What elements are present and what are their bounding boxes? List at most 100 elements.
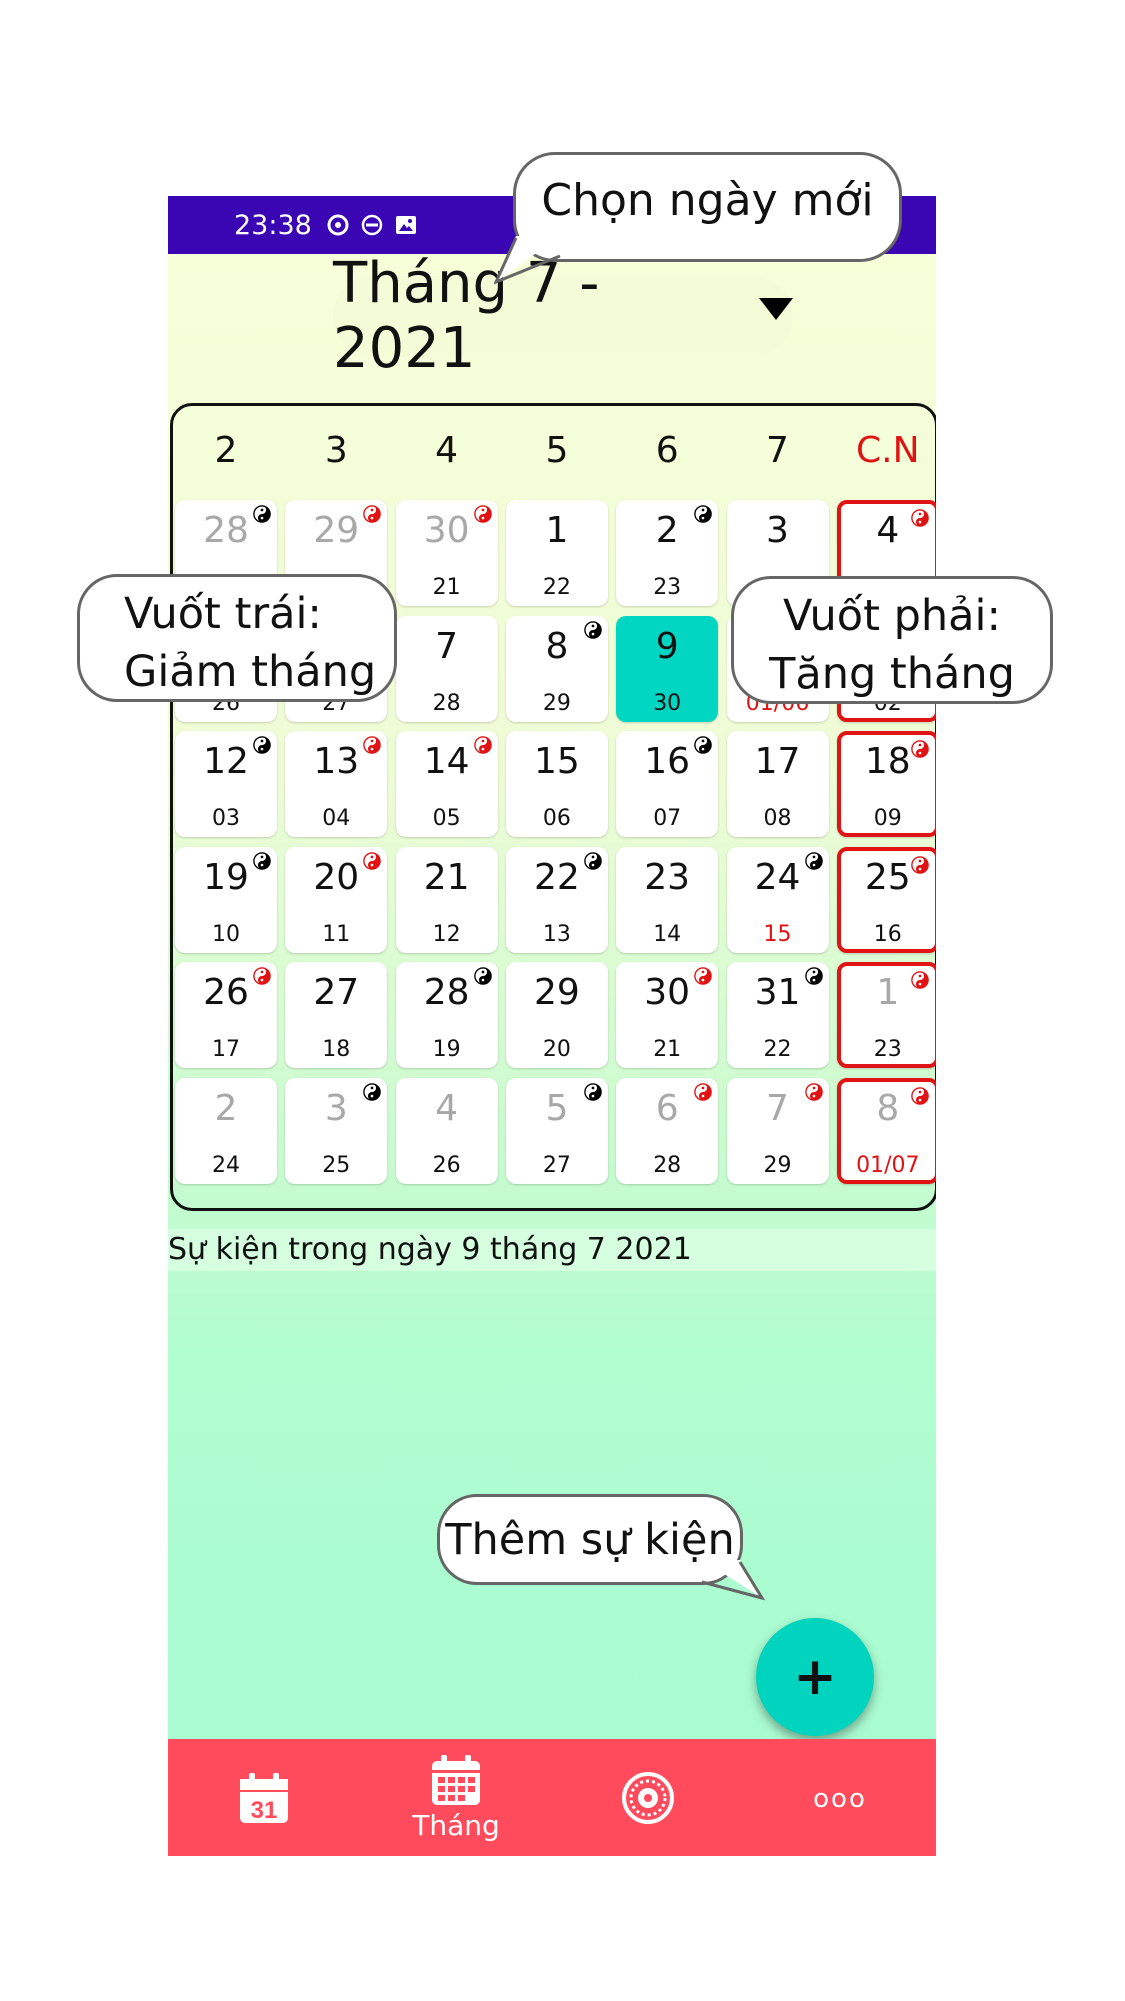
solar-day: 21 [423, 856, 470, 898]
day-cell[interactable]: 16 07 [616, 731, 719, 837]
lunar-day: 29 [542, 690, 571, 716]
callout-add-event: Thêm sự kiện [437, 1494, 743, 1585]
solar-day: 15 [533, 741, 580, 782]
day-cell[interactable]: 12 03 [175, 731, 277, 837]
day-cell[interactable]: 29 20 [505, 962, 608, 1068]
day-cell[interactable]: 24 15 [726, 846, 829, 953]
yin-yang-icon [584, 851, 602, 870]
calendar-day-icon: 31 [240, 1772, 288, 1824]
lunar-day: 11 [322, 921, 351, 947]
day-cell[interactable]: 3 25 [285, 1077, 388, 1184]
lunar-day: 22 [763, 1037, 792, 1062]
image-icon [395, 216, 416, 234]
solar-day: 9 [655, 625, 679, 667]
day-cell[interactable]: 1 22 [505, 500, 608, 606]
weekday-header: 6 [655, 430, 679, 471]
add-event-button[interactable]: + [756, 1618, 874, 1736]
day-cell[interactable]: 6 28 [616, 1077, 719, 1184]
day-cell[interactable]: 19 10 [175, 846, 277, 953]
yin-yang-icon [363, 505, 382, 523]
day-cell[interactable]: 30 21 [395, 500, 498, 606]
day-cell-selected[interactable]: 9 30 [616, 615, 719, 722]
yin-yang-icon [911, 971, 929, 989]
lunar-day: 17 [212, 1037, 240, 1062]
day-cell[interactable]: 18 09 [836, 731, 936, 837]
day-cell[interactable]: 14 05 [395, 731, 498, 837]
yin-yang-icon [473, 736, 492, 754]
weekday-header: 4 [435, 430, 459, 471]
day-cell[interactable]: 1 23 [836, 962, 936, 1068]
day-cell[interactable]: 8 01/07 [836, 1077, 936, 1184]
nav-month[interactable]: Tháng [360, 1739, 552, 1856]
lunar-day: 12 [432, 921, 461, 947]
callout-select-date-text: Chọn ngày mới [541, 175, 874, 226]
solar-day: 3 [766, 510, 789, 551]
callout-swipe-left-line2: Giảm tháng [124, 647, 377, 697]
lunar-day: 28 [653, 1152, 682, 1178]
calendar-grid[interactable]: 234567C.N2829302112222334262772882993001… [170, 403, 936, 1211]
day-cell[interactable]: 26 17 [175, 962, 277, 1068]
yin-yang-icon [911, 855, 929, 874]
yin-yang-icon [911, 1086, 929, 1105]
month-selector[interactable]: Tháng 7 - 2021 [333, 251, 793, 381]
yin-yang-icon [911, 509, 929, 527]
day-cell[interactable]: 5 27 [505, 1077, 608, 1184]
day-cell[interactable]: 22 13 [505, 846, 608, 953]
solar-day: 2 [214, 1087, 238, 1129]
day-cell[interactable]: 31 22 [726, 962, 829, 1068]
day-cell[interactable]: 20 11 [285, 846, 388, 953]
weekday-header: 3 [324, 430, 348, 471]
day-cell[interactable]: 27 18 [285, 962, 388, 1068]
lunar-day: 20 [542, 1037, 571, 1062]
day-cell[interactable]: 2 24 [175, 1077, 277, 1184]
nav-day[interactable]: 31 [168, 1739, 360, 1856]
yin-yang-icon [363, 736, 382, 754]
callout-swipe-left: Vuốt trái: Giảm tháng [77, 574, 397, 702]
day-cell[interactable]: 8 29 [505, 615, 608, 722]
day-cell[interactable]: 7 28 [395, 615, 498, 722]
calendar-day-number: 31 [251, 1797, 278, 1824]
lunar-day: 03 [212, 806, 240, 831]
yin-yang-icon [253, 851, 271, 870]
lunar-day: 06 [542, 806, 571, 831]
lunar-day: 25 [322, 1152, 351, 1178]
weekday-header: 2 [214, 430, 238, 471]
day-cell[interactable]: 15 06 [505, 731, 608, 837]
calendar-month-icon [432, 1755, 480, 1805]
status-time: 23:38 [234, 209, 312, 241]
more-icon: ooo [813, 1783, 867, 1814]
day-cell[interactable]: 17 08 [726, 731, 829, 837]
nav-month-label: Tháng [412, 1809, 500, 1842]
day-cell[interactable]: 28 19 [395, 962, 498, 1068]
yin-yang-icon [694, 967, 712, 985]
lunar-day: 18 [322, 1037, 351, 1062]
lunar-day: 04 [322, 806, 351, 831]
yin-yang-icon [584, 1082, 602, 1101]
lunar-day: 23 [873, 1037, 902, 1062]
nav-compass[interactable] [552, 1739, 744, 1856]
yin-yang-icon [253, 967, 271, 985]
bottom-navigation: 31 Tháng ooo [168, 1739, 936, 1856]
day-cell[interactable]: 2 23 [616, 500, 719, 606]
yin-yang-icon [473, 967, 492, 985]
day-cell[interactable]: 23 14 [616, 846, 719, 953]
lunar-day: 30 [653, 690, 682, 716]
day-cell[interactable]: 30 21 [616, 962, 719, 1068]
lunar-day: 23 [653, 575, 682, 600]
day-cell[interactable]: 4 26 [395, 1077, 498, 1184]
day-cell[interactable]: 21 12 [395, 846, 498, 953]
lunar-day: 15 [763, 921, 792, 947]
day-cell[interactable]: 25 16 [836, 846, 936, 953]
phone-screen: 23:38 Tháng 7 - 2021 2 3 4 5 6 7 C.N 28 29 30 21 1 2… [168, 196, 936, 1856]
callout-select-date: Chọn ngày mới [513, 152, 902, 262]
yin-yang-icon [473, 505, 492, 523]
day-cell[interactable]: 7 29 [726, 1077, 829, 1184]
yin-yang-icon [804, 967, 823, 985]
nav-more[interactable]: ooo [744, 1739, 936, 1856]
sync-icon [327, 214, 349, 236]
lunar-day: 22 [542, 575, 571, 600]
yin-yang-icon [804, 851, 823, 870]
yin-yang-icon [253, 736, 271, 754]
day-cell[interactable]: 13 04 [285, 731, 388, 837]
events-heading: Sự kiện trong ngày 9 tháng 7 2021 [168, 1229, 936, 1271]
